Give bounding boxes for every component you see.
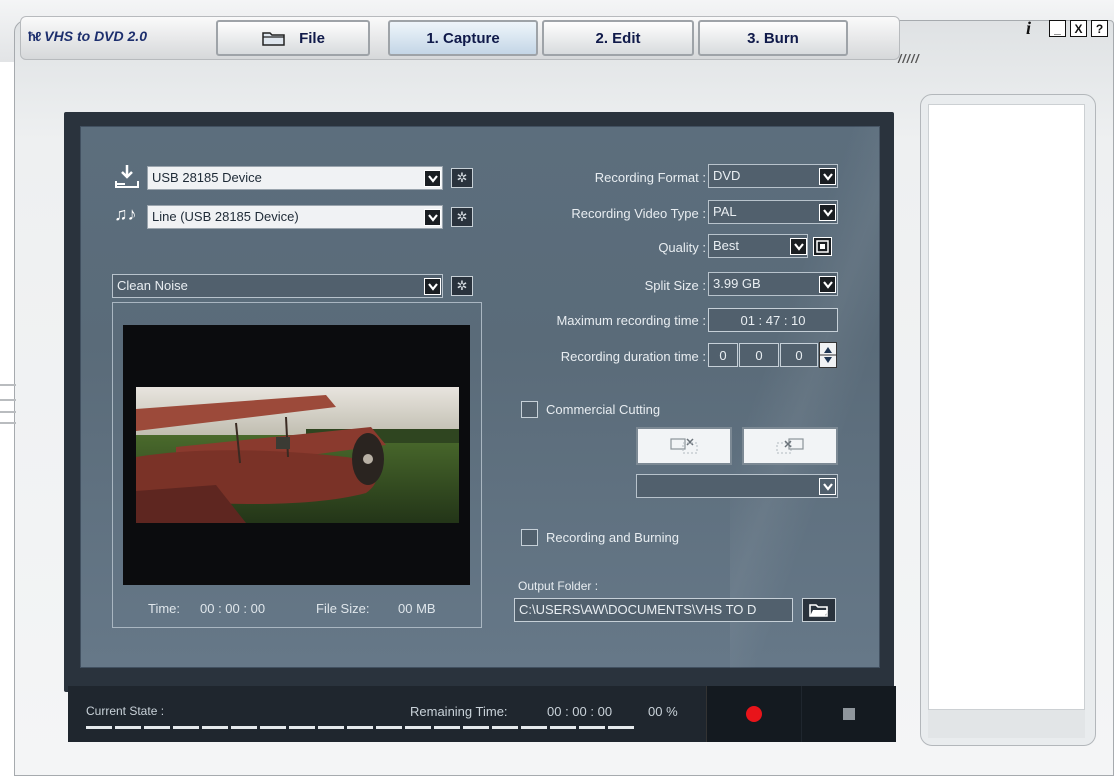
app-window: ħℓ VHS to DVD 2.0 File 1. Capture 2. Edi… <box>0 0 1114 776</box>
split-size-label: Split Size : <box>644 278 706 293</box>
file-size-value: 00 MB <box>398 601 436 616</box>
cut-end-icon <box>776 438 804 454</box>
max-time-value: 01 : 47 : 10 <box>708 308 838 332</box>
open-folder-icon <box>809 604 828 617</box>
side-notches <box>0 384 16 424</box>
video-input-icon <box>115 165 139 188</box>
output-folder-field[interactable]: C:\USERS\AW\DOCUMENTS\VHS TO D <box>514 598 793 622</box>
remaining-time-label: Remaining Time: <box>410 704 508 719</box>
stop-icon <box>843 708 855 720</box>
file-list[interactable] <box>928 104 1085 710</box>
recording-burning-label: Recording and Burning <box>546 530 679 545</box>
app-logo: ħℓ VHS to DVD 2.0 <box>28 26 147 46</box>
audio-settings-gear-icon[interactable]: ✲ <box>451 207 473 227</box>
video-frame-image <box>136 387 459 523</box>
current-state-label: Current State : <box>86 704 165 718</box>
video-device-select[interactable]: USB 28185 Device <box>147 166 443 190</box>
split-size-dropdown-icon[interactable] <box>819 276 836 293</box>
tab-burn[interactable]: 3. Burn <box>698 20 848 56</box>
help-button[interactable]: ? <box>1091 20 1108 37</box>
audio-input-icon: ♫♪ <box>114 204 137 224</box>
tab-burn-label: 3. Burn <box>747 29 799 47</box>
close-button[interactable]: X <box>1070 20 1087 37</box>
tab-edit[interactable]: 2. Edit <box>542 20 694 56</box>
video-type-label: Recording Video Type : <box>571 206 706 221</box>
recording-format-label: Recording Format : <box>594 170 706 185</box>
tab-edit-label: 2. Edit <box>595 29 641 47</box>
cut-list-dropdown-icon[interactable] <box>819 478 836 495</box>
record-button[interactable] <box>706 686 801 742</box>
duration-hours-field[interactable]: 0 <box>708 343 738 367</box>
fullscreen-icon[interactable] <box>813 237 832 256</box>
duration-seconds-field[interactable]: 0 <box>780 343 818 367</box>
audio-device-dropdown-icon[interactable] <box>424 209 441 226</box>
duration-minutes-field[interactable]: 0 <box>739 343 779 367</box>
tab-file-label: File <box>299 29 325 47</box>
time-value: 00 : 00 : 00 <box>200 601 266 616</box>
progress-percent: 00 % <box>648 704 678 719</box>
app-title: VHS to DVD 2.0 <box>44 28 147 44</box>
audio-device-select[interactable]: Line (USB 28185 Device) <box>147 205 443 229</box>
duration-label: Recording duration time : <box>560 349 706 364</box>
cut-list-select[interactable] <box>636 474 838 498</box>
recording-burning-checkbox[interactable] <box>521 529 538 546</box>
recording-format-dropdown-icon[interactable] <box>819 168 836 185</box>
decor-stripes: ///// <box>898 52 920 66</box>
filter-select[interactable]: Clean Noise <box>112 274 443 298</box>
tab-file[interactable]: File <box>216 20 370 56</box>
video-settings-gear-icon[interactable]: ✲ <box>451 168 473 188</box>
remaining-time-value: 00 : 00 : 00 <box>547 704 613 719</box>
tab-capture-label: 1. Capture <box>426 29 500 47</box>
output-folder-label: Output Folder : <box>518 579 599 593</box>
window-controls: i _ X ? <box>1026 18 1108 39</box>
cut-start-icon <box>670 438 698 454</box>
quality-label: Quality : <box>658 240 706 255</box>
brand-logo-icon: ħℓ <box>28 28 41 44</box>
cut-start-button[interactable] <box>636 427 732 465</box>
stop-button[interactable] <box>802 686 896 742</box>
video-device-dropdown-icon[interactable] <box>424 170 441 187</box>
progress-dashes <box>86 726 634 729</box>
duration-spinner[interactable] <box>819 342 837 368</box>
browse-folder-button[interactable] <box>802 598 836 622</box>
record-icon <box>746 706 762 722</box>
minimize-button[interactable]: _ <box>1049 20 1066 37</box>
folder-icon <box>262 32 285 46</box>
file-size-label: File Size: <box>316 601 370 616</box>
file-list-footer <box>928 710 1085 738</box>
commercial-cutting-label: Commercial Cutting <box>546 402 661 417</box>
info-icon[interactable]: i <box>1026 18 1031 39</box>
quality-dropdown-icon[interactable] <box>790 238 807 255</box>
spinner-arrows-icon <box>820 347 836 363</box>
tab-capture[interactable]: 1. Capture <box>388 20 538 56</box>
filter-dropdown-icon[interactable] <box>424 278 441 295</box>
filter-settings-gear-icon[interactable]: ✲ <box>451 276 473 296</box>
cut-end-button[interactable] <box>742 427 838 465</box>
max-time-label: Maximum recording time : <box>556 313 706 328</box>
commercial-cutting-checkbox[interactable] <box>521 401 538 418</box>
time-label: Time: <box>148 601 181 616</box>
video-type-dropdown-icon[interactable] <box>819 204 836 221</box>
